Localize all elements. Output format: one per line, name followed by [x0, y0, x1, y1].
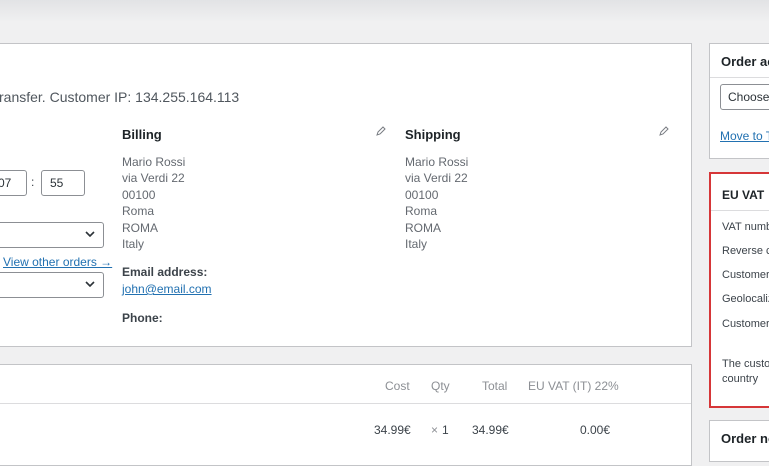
- billing-email-link[interactable]: john@email.com: [122, 282, 212, 296]
- customer-select[interactable]: [0, 272, 104, 298]
- order-actions-separator: [710, 77, 769, 78]
- move-to-trash-link[interactable]: Move to T: [720, 129, 769, 143]
- billing-country: Italy: [122, 237, 145, 252]
- billing-city: Roma: [122, 204, 155, 219]
- shipping-state: ROMA: [405, 220, 441, 235]
- customer-country-label: Customer: [722, 269, 769, 281]
- billing-state: ROMA: [122, 220, 158, 235]
- cost-header: Cost: [385, 379, 410, 393]
- item-total: 34.99€: [472, 423, 509, 437]
- order-notes-heading: Order no: [721, 431, 769, 446]
- eu-vat-note-line-2: country: [722, 373, 759, 385]
- item-qty-multiplier: ×: [431, 423, 439, 437]
- vat-header: EU VAT (IT) 22%: [528, 379, 619, 393]
- item-cost: 34.99€: [374, 423, 411, 437]
- billing-address: Mario Rossi via Verdi 22 00100 Roma ROMA…: [122, 154, 185, 252]
- order-items-panel: Cost Qty Total EU VAT (IT) 22% 34.99€ × …: [0, 364, 692, 466]
- shipping-country: Italy: [405, 237, 428, 252]
- shipping-city: Roma: [405, 204, 438, 219]
- total-header: Total: [482, 379, 508, 393]
- billing-name: Mario Rossi: [122, 155, 186, 169]
- phone-label: Phone:: [122, 311, 163, 325]
- chevron-down-icon: [85, 281, 95, 287]
- pencil-icon[interactable]: [376, 126, 386, 136]
- eu-vat-note-line-1: The custo: [722, 358, 769, 370]
- shipping-address: Mario Rossi via Verdi 22 00100 Roma ROMA…: [405, 154, 468, 252]
- billing-street: via Verdi 22: [122, 171, 185, 186]
- eu-vat-separator: [711, 210, 769, 211]
- eu-vat-panel: EU VAT VAT numb Reverse c Customer Geolo…: [709, 172, 769, 408]
- order-minute-field[interactable]: 55: [41, 170, 85, 196]
- order-hour-field[interactable]: 07: [0, 170, 27, 196]
- customer-self-declared-label: Customer: [722, 318, 769, 330]
- shipping-name: Mario Rossi: [405, 155, 469, 169]
- email-label: Email address:: [122, 265, 208, 279]
- order-actions-heading: Order ac: [721, 54, 769, 69]
- shipping-postcode: 00100: [405, 187, 439, 202]
- order-minute-value: 55: [50, 176, 64, 190]
- order-hour-value: 07: [0, 176, 12, 190]
- order-status-select[interactable]: [0, 222, 104, 248]
- order-actions-panel: Order ac Choose Move to T: [709, 43, 769, 159]
- order-subtitle: ransfer. Customer IP: 134.255.164.113: [0, 89, 240, 105]
- order-action-select[interactable]: Choose: [720, 84, 769, 110]
- item-vat: 0.00€: [580, 423, 611, 437]
- order-action-select-value: Choose: [728, 90, 769, 104]
- billing-postcode: 00100: [122, 187, 156, 202]
- order-data-panel: ransfer. Customer IP: 134.255.164.113 07…: [0, 43, 692, 347]
- eu-vat-heading: EU VAT: [722, 188, 765, 202]
- shipping-street: via Verdi 22: [405, 171, 468, 186]
- item-qty: 1: [442, 423, 449, 437]
- order-notes-panel: Order no: [709, 420, 769, 462]
- time-separator: :: [31, 175, 35, 189]
- qty-header: Qty: [431, 379, 450, 393]
- items-header-separator: [0, 403, 691, 404]
- geolocalization-label: Geolocaliz: [722, 293, 769, 305]
- view-other-orders-link[interactable]: View other orders →: [3, 255, 112, 269]
- reverse-charge-label: Reverse c: [722, 245, 769, 257]
- shipping-heading: Shipping: [405, 127, 461, 142]
- pencil-icon[interactable]: [659, 126, 669, 136]
- chevron-down-icon: [85, 231, 95, 237]
- billing-heading: Billing: [122, 127, 162, 142]
- vat-number-label: VAT numb: [722, 221, 769, 233]
- admin-top-area: [0, 0, 769, 22]
